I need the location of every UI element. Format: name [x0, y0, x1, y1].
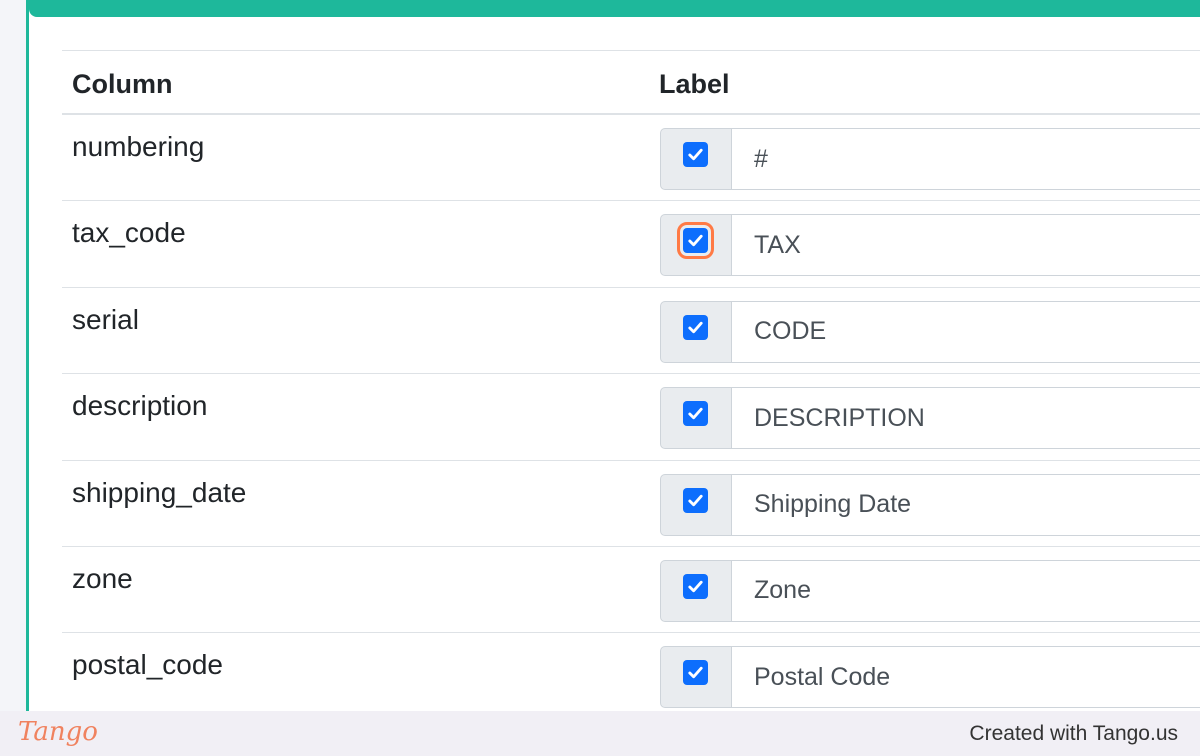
checkbox-addon: [660, 300, 732, 363]
table-row: zone: [62, 547, 1200, 634]
zone-checkbox[interactable]: [683, 573, 708, 599]
check-icon: [688, 407, 703, 420]
table-row: serial: [62, 288, 1200, 375]
postal-code-checkbox[interactable]: [683, 660, 708, 686]
label-input-group: [660, 128, 1200, 190]
check-icon: [688, 321, 703, 333]
table-row: numbering: [62, 115, 1200, 202]
numbering-label-input[interactable]: [732, 128, 1200, 190]
checkbox-addon: [660, 387, 732, 450]
check-icon: [688, 235, 703, 247]
checkbox-addon: [660, 559, 732, 622]
tango-logo: Tango: [18, 717, 98, 747]
column-name: shipping_date: [72, 476, 247, 508]
column-name: serial: [72, 303, 139, 335]
shipping-date-checkbox[interactable]: [683, 487, 708, 513]
table-row: postal_code: [62, 633, 1200, 711]
check-icon: [688, 148, 703, 161]
serial-checkbox[interactable]: [683, 314, 708, 340]
checkbox-addon: [660, 646, 732, 709]
column-name: zone: [72, 562, 133, 594]
table-row: description: [62, 374, 1200, 461]
check-icon: [688, 494, 703, 506]
label-input-group: [660, 646, 1200, 709]
checkbox-addon: [660, 214, 732, 277]
column-name: tax_code: [72, 217, 186, 249]
column-name: numbering: [72, 131, 205, 162]
column-name: description: [72, 390, 208, 422]
checkbox-addon: [660, 473, 732, 536]
label-input-group: [660, 300, 1200, 363]
postal-code-label-input[interactable]: [732, 646, 1200, 709]
table-header: Column Label: [62, 50, 1200, 115]
description-label-input[interactable]: [732, 387, 1200, 450]
label-input-group: [660, 387, 1200, 450]
serial-label-input[interactable]: [732, 300, 1200, 363]
settings-panel: Column Label numbering tax_code: [26, 0, 1200, 711]
check-icon: [688, 580, 703, 593]
description-checkbox[interactable]: [683, 401, 708, 427]
label-header: Label: [659, 69, 730, 99]
zone-label-input[interactable]: [732, 559, 1200, 622]
numbering-checkbox[interactable]: [683, 142, 708, 167]
label-input-group: [660, 473, 1200, 536]
tango-footer: Tango Created with Tango.us: [0, 711, 1200, 756]
panel-top-bar: [29, 0, 1200, 17]
label-input-group: [660, 214, 1200, 277]
created-with-credit: Created with Tango.us: [969, 722, 1178, 745]
tax-code-checkbox[interactable]: [677, 222, 714, 260]
table-row: shipping_date: [62, 461, 1200, 547]
check-icon: [688, 667, 703, 679]
table-row: tax_code: [62, 201, 1200, 288]
label-input-group: [660, 559, 1200, 622]
columns-table: Column Label numbering tax_code: [62, 50, 1200, 711]
column-header: Column: [72, 69, 173, 99]
tax-code-label-input[interactable]: [732, 214, 1200, 277]
checkbox-addon: [660, 128, 732, 190]
shipping-date-label-input[interactable]: [732, 473, 1200, 536]
column-name: postal_code: [72, 649, 224, 681]
